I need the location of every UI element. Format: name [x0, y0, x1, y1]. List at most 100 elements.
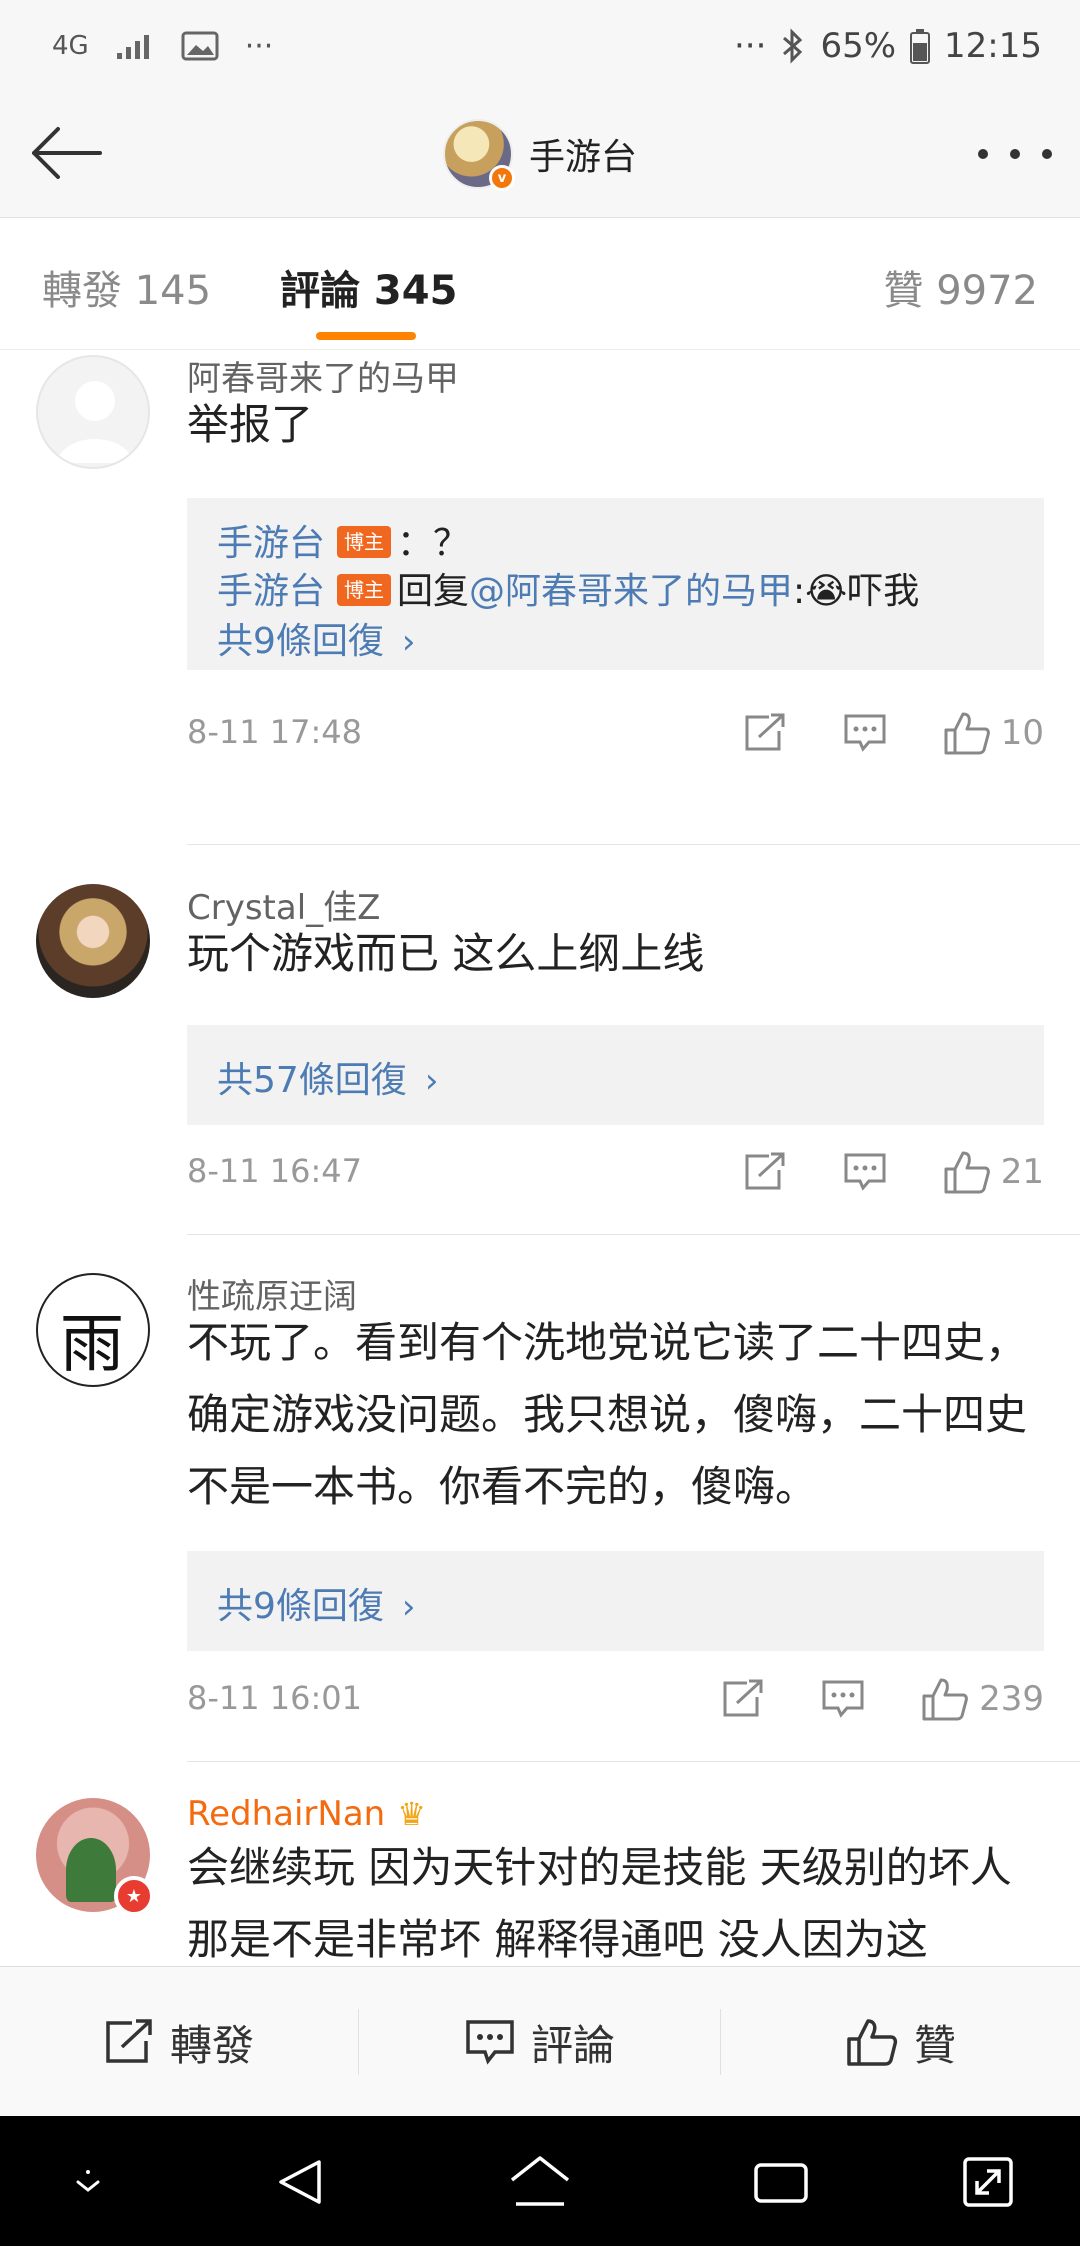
- navigation-bar: v 手游台: [0, 90, 1080, 218]
- comment-divider: [187, 844, 1080, 845]
- reply-line: 手游台 博主：？: [217, 514, 469, 566]
- dot-icon: [1042, 149, 1052, 159]
- thumbs-up-icon: [944, 712, 990, 755]
- status-more: ···: [244, 28, 274, 64]
- like-comment-button[interactable]: 239: [921, 1676, 1044, 1722]
- mention-link[interactable]: @阿春哥来了的马甲: [469, 571, 793, 612]
- comment-text: 会继续玩 因为天针对的是技能 天级别的坏人那是不是非常坏 解释得通吧 没人因为这: [187, 1843, 1012, 1964]
- repost-comment-button[interactable]: [743, 713, 787, 753]
- user-avatar[interactable]: [36, 355, 150, 469]
- like-count: 239: [979, 1679, 1044, 1719]
- status-bar: 4G ··· ··· 65% 12:15: [0, 0, 1080, 90]
- view-replies-label: 共9條回復: [217, 621, 384, 662]
- comment-time: 8-11 17:48: [187, 713, 363, 751]
- user-avatar-wrapper[interactable]: ★: [36, 1798, 154, 1916]
- system-home-button[interactable]: [504, 2146, 576, 2218]
- dot-icon: [978, 149, 988, 159]
- verified-icon: v: [488, 165, 515, 191]
- account-header[interactable]: v 手游台: [0, 114, 1080, 194]
- repost-button[interactable]: 轉發: [0, 1967, 358, 2117]
- reply-preview-box[interactable]: 共9條回復 ›: [187, 1551, 1044, 1651]
- repost-icon: [745, 1152, 785, 1190]
- comment-text: 举报了: [187, 400, 314, 449]
- reply-preview-box[interactable]: 共57條回復 ›: [187, 1025, 1044, 1125]
- view-replies-link[interactable]: 共9條回復 ›: [217, 612, 416, 664]
- battery-percent: 65%: [820, 26, 897, 66]
- view-replies-link[interactable]: 共57條回復 ›: [217, 1051, 438, 1103]
- comment-text: 玩个游戏而已 这么上纲上线: [187, 929, 705, 978]
- comment-icon: [844, 714, 886, 752]
- reply-preview-box[interactable]: 手游台 博主：？ 手游台 博主 回复@阿春哥来了的马甲:😭吓我 共9條回復 ›: [187, 498, 1044, 670]
- reply-content: ：？: [397, 523, 470, 564]
- host-badge: 博主: [337, 574, 392, 606]
- repost-icon: [745, 713, 785, 751]
- chevron-right-icon: ›: [401, 1587, 416, 1627]
- dot-icon: [1010, 149, 1020, 159]
- more-options-button[interactable]: [978, 134, 1052, 174]
- bluetooth-icon: [780, 28, 806, 64]
- like-button[interactable]: 贊: [722, 1967, 1080, 2117]
- comment-label: 評論: [530, 2020, 615, 2070]
- recent-apps-icon: [754, 2163, 808, 2203]
- reply-line: 手游台 博主 回复@阿春哥来了的马甲:😭吓我: [217, 562, 919, 614]
- like-label: 贊: [913, 2020, 956, 2070]
- reply-comment-button[interactable]: [843, 1152, 887, 1192]
- like-comment-button[interactable]: 10: [943, 710, 1044, 756]
- page-title: 手游台: [528, 137, 637, 178]
- reply-author[interactable]: 手游台: [217, 523, 325, 564]
- chevron-right-icon: ›: [401, 622, 416, 662]
- like-comment-button[interactable]: 21: [943, 1149, 1044, 1195]
- recent-apps-button[interactable]: [745, 2146, 817, 2218]
- system-back-button[interactable]: [265, 2146, 337, 2218]
- comment-list[interactable]: 阿春哥来了的马甲 举报了 手游台 博主：？ 手游台 博主 回复@阿春哥来了的马甲:😭吓…: [0, 351, 1080, 1966]
- comment-icon: [844, 1153, 886, 1191]
- reply-comment-button[interactable]: [843, 713, 887, 753]
- repost-comment-button[interactable]: [743, 1152, 787, 1192]
- thumbs-up-icon: [847, 2019, 898, 2066]
- default-avatar-icon: [56, 381, 134, 463]
- expand-diagonal-icon: [963, 2157, 1013, 2207]
- signal-icon: [115, 31, 155, 61]
- thumbs-up-icon: [944, 1151, 990, 1194]
- comment-time: 8-11 16:01: [187, 1679, 363, 1717]
- tab-bar: 轉發 145 評論 345 贊 9972: [0, 218, 1080, 350]
- reply-prefix: 回复: [397, 571, 470, 612]
- comment-time: 8-11 16:47: [187, 1152, 363, 1190]
- comment-username[interactable]: RedhairNan ♛: [187, 1794, 426, 1834]
- comment-button[interactable]: 評論: [360, 1967, 720, 2117]
- comment-divider: [187, 1234, 1080, 1235]
- reply-content: :😭吓我: [793, 571, 920, 612]
- crown-icon: ♛: [397, 1795, 426, 1833]
- member-badge-icon: ★: [114, 1876, 154, 1916]
- system-navigation-bar: [0, 2116, 1080, 2246]
- reply-comment-button[interactable]: [821, 1679, 865, 1719]
- bottom-action-bar: 轉發 評論 贊: [0, 1966, 1080, 2116]
- tab-comments[interactable]: 評論 345: [280, 258, 457, 316]
- hide-keyboard-button[interactable]: [52, 2146, 124, 2218]
- tab-likes[interactable]: 贊 9972: [883, 258, 1038, 316]
- chevron-down-icon: [76, 2170, 100, 2192]
- comment-username-label: RedhairNan: [187, 1794, 386, 1834]
- comment-meta: 8-11 17:48 10: [187, 703, 1044, 763]
- user-avatar[interactable]: [36, 884, 150, 998]
- gallery-icon: [181, 31, 219, 61]
- bar-separator: [358, 2009, 359, 2075]
- comment-icon: [822, 1680, 864, 1718]
- tab-repost[interactable]: 轉發 145: [42, 258, 211, 316]
- bar-separator: [720, 2009, 721, 2075]
- clock: 12:15: [944, 26, 1042, 66]
- repost-comment-button[interactable]: [721, 1679, 765, 1719]
- view-replies-link[interactable]: 共9條回復 ›: [217, 1577, 416, 1629]
- user-avatar[interactable]: [36, 1273, 150, 1387]
- like-count: 10: [1000, 713, 1044, 753]
- comment-divider: [187, 1761, 1080, 1762]
- comment-text: 不玩了。看到有个洗地党说它读了二十四史，确定游戏没问题。我只想说，傻嗨，二十四史…: [187, 1318, 1028, 1511]
- reply-author[interactable]: 手游台: [217, 571, 325, 612]
- host-badge: 博主: [337, 526, 392, 558]
- view-replies-label: 共57條回復: [217, 1060, 407, 1101]
- repost-icon: [106, 2019, 152, 2063]
- home-icon: [510, 2156, 570, 2206]
- account-avatar[interactable]: v: [442, 119, 515, 191]
- repost-label: 轉發: [169, 2020, 254, 2070]
- expand-button[interactable]: [952, 2146, 1024, 2218]
